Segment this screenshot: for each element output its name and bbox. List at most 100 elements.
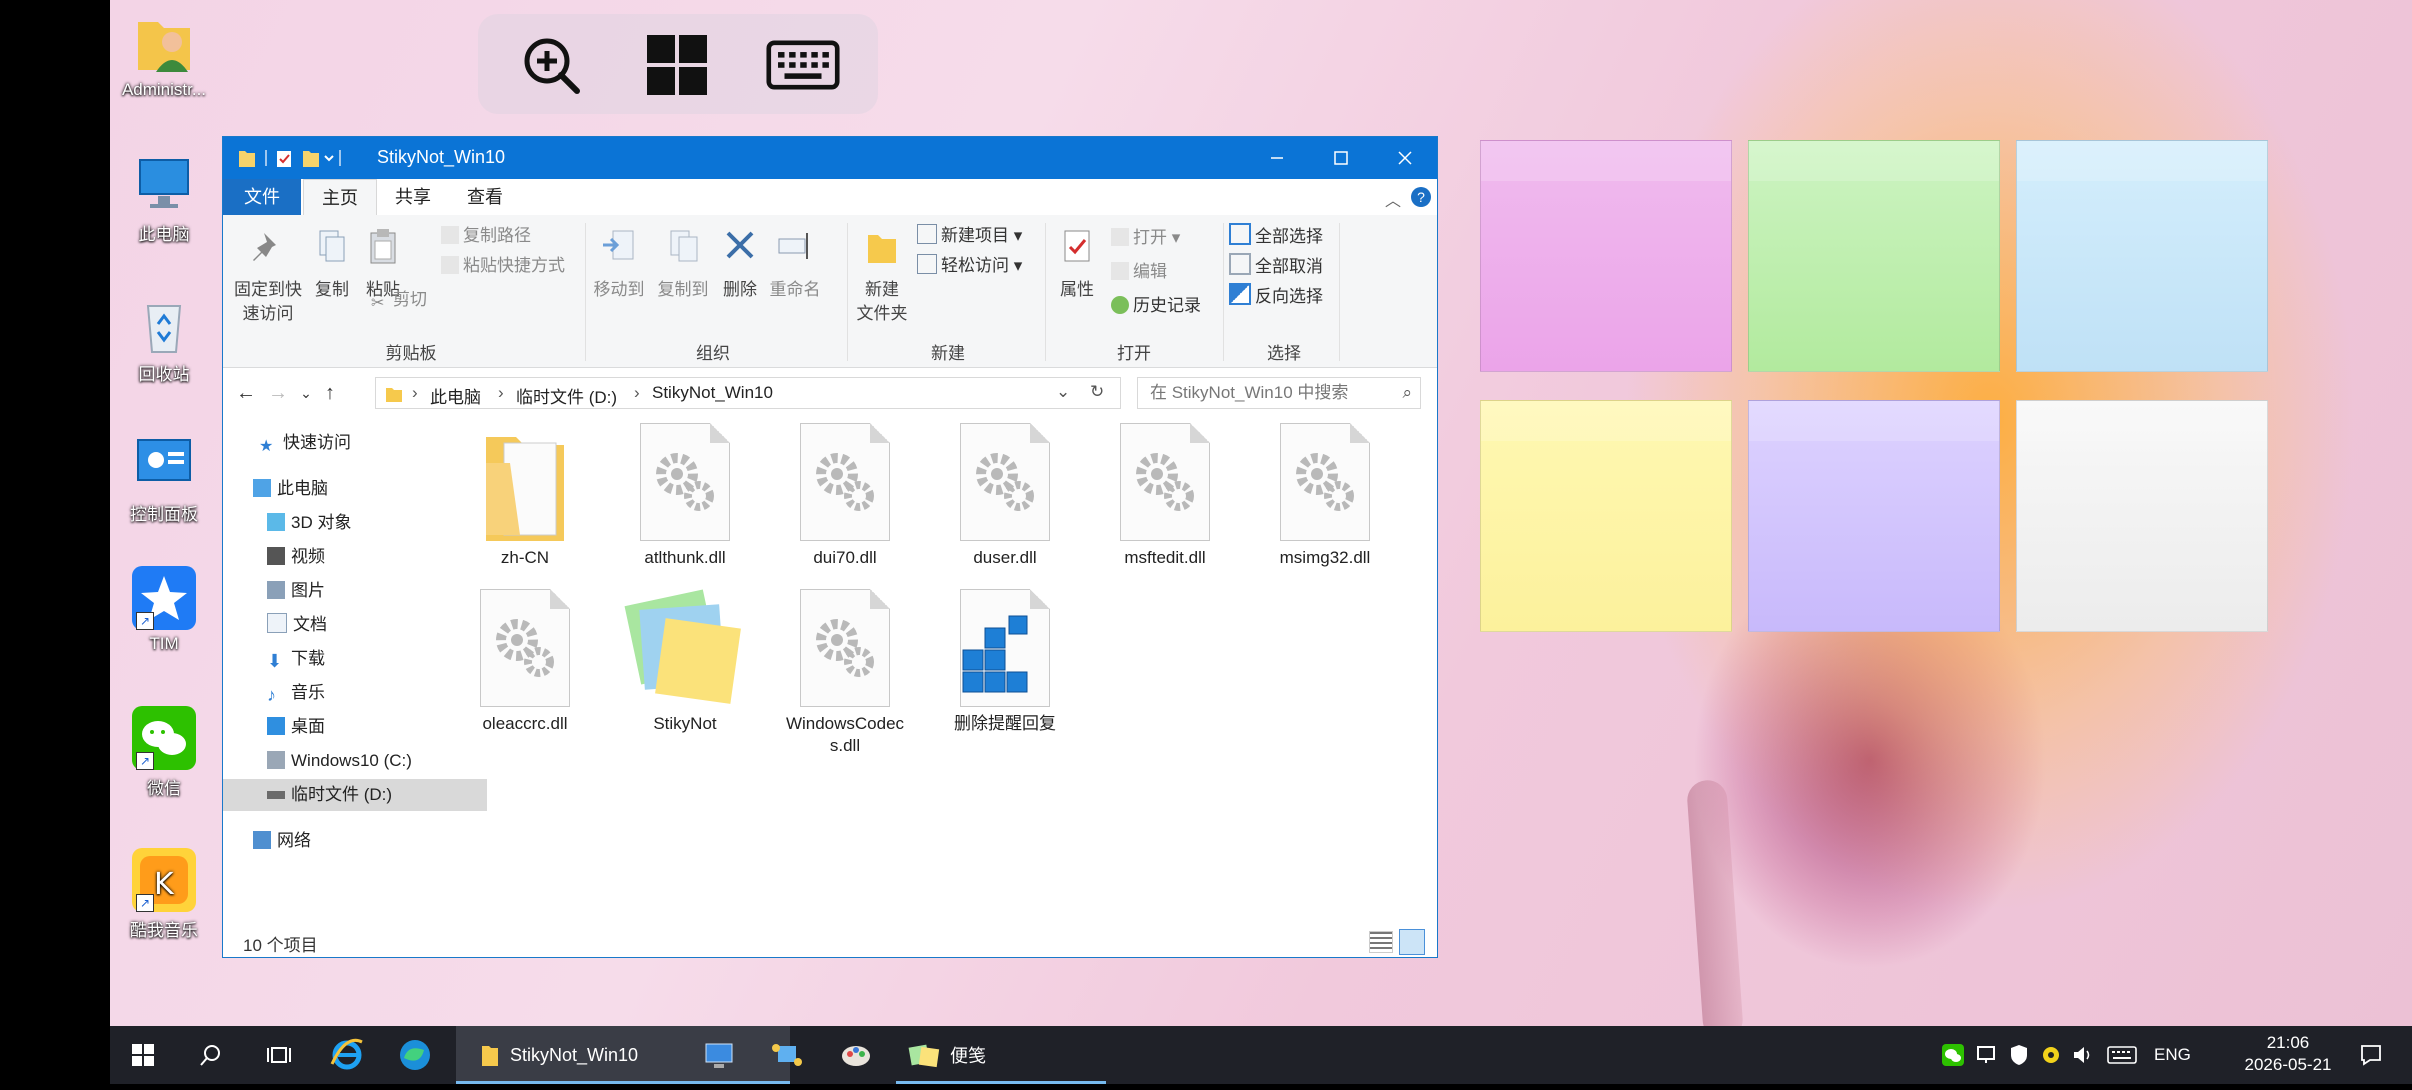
refresh-icon[interactable]: ↻ — [1090, 382, 1104, 402]
tree-item-network[interactable]: 网络 — [223, 825, 473, 857]
details-view-icon[interactable] — [1369, 931, 1393, 953]
file-item[interactable]: atlthunk.dll — [605, 423, 765, 569]
new-item-button[interactable]: 新建项目 ▾ — [917, 223, 1022, 249]
recent-locations-button[interactable]: ⌄ — [293, 379, 319, 407]
language-indicator[interactable]: ENG — [2154, 1026, 2191, 1084]
pin-to-quick-access-button[interactable]: 固定到快 速访问 — [231, 227, 305, 326]
group-label-clipboard: 剪贴板 — [385, 344, 437, 363]
desktop-icon-tim[interactable]: ↗ TIM — [112, 566, 216, 654]
easy-access-button[interactable]: 轻松访问 ▾ — [917, 253, 1022, 279]
properties-button[interactable]: 属性 — [1049, 227, 1105, 302]
task-view-icon[interactable] — [254, 1032, 304, 1078]
quick-access-toolbar-icon[interactable] — [237, 147, 347, 169]
security-tray-icon[interactable] — [2004, 1032, 2034, 1078]
keyboard-tray-icon[interactable] — [2104, 1032, 2140, 1078]
letterbox-left — [0, 0, 110, 1084]
desktop-icon-administrator[interactable]: Administr... — [112, 12, 216, 100]
copy-to-button[interactable]: 复制到 — [653, 227, 713, 302]
clock[interactable]: 21:06 2026-05-21 — [2228, 1026, 2348, 1090]
move-to-button[interactable]: 移动到 — [589, 227, 649, 302]
notification-app-tray-icon[interactable] — [2036, 1032, 2066, 1078]
file-item[interactable]: WindowsCodecs.dll — [765, 589, 925, 757]
clock-time: 21:06 — [2266, 1033, 2310, 1052]
file-item[interactable]: oleaccrc.dll — [445, 589, 605, 735]
sticky-notes-icon — [908, 1044, 940, 1068]
history-button[interactable]: 历史记录 — [1111, 293, 1201, 319]
address-bar[interactable]: › 此电脑 › 临时文件 (D:) › StikyNot_Win10 ⌄ ↻ — [375, 377, 1121, 409]
maximize-button[interactable] — [1309, 137, 1373, 179]
delete-button[interactable]: 删除 — [717, 227, 763, 302]
file-item[interactable]: msimg32.dll — [1245, 423, 1405, 569]
open-button[interactable]: 打开 ▾ — [1111, 225, 1180, 251]
desktop-icon-kuwo-music[interactable]: K ↗ 酷我音乐 — [112, 848, 216, 941]
tab-share[interactable]: 共享 — [379, 179, 447, 215]
breadcrumb-drive-d[interactable]: 临时文件 (D:) — [516, 383, 617, 408]
tab-file[interactable]: 文件 — [223, 179, 301, 215]
sticky-note[interactable] — [2016, 140, 2268, 372]
network-tray-icon[interactable] — [1972, 1032, 2002, 1078]
keyboard-icon[interactable] — [766, 28, 840, 102]
copy-path-button[interactable]: 复制路径 — [441, 223, 531, 249]
sticky-note[interactable] — [2016, 400, 2268, 632]
copy-button[interactable]: 复制 — [309, 227, 355, 302]
invert-selection-button[interactable]: 反向选择 — [1229, 283, 1323, 309]
volume-icon[interactable] — [2068, 1032, 2098, 1078]
up-button[interactable]: ↑ — [317, 379, 343, 407]
tree-item-this-pc[interactable]: 此电脑 — [223, 473, 473, 505]
gear-icon — [656, 453, 714, 511]
paint-app-icon[interactable] — [832, 1032, 882, 1078]
file-item[interactable]: 删除提醒回复 — [925, 589, 1085, 735]
collapse-ribbon-icon[interactable]: ︿ — [1385, 187, 1401, 211]
file-item[interactable]: msftedit.dll — [1085, 423, 1245, 569]
select-all-button[interactable]: 全部选择 — [1229, 223, 1323, 249]
sticky-note[interactable] — [1480, 140, 1732, 372]
breadcrumb-current-folder[interactable]: StikyNot_Win10 — [652, 383, 773, 403]
drive-c-icon — [267, 751, 285, 769]
group-label-open: 打开 — [1117, 344, 1151, 363]
large-icons-view-icon[interactable] — [1399, 929, 1425, 955]
group-label-select: 选择 — [1267, 344, 1301, 363]
paste-shortcut-button[interactable]: 粘贴快捷方式 — [441, 253, 565, 279]
internet-explorer-icon[interactable] — [322, 1032, 372, 1078]
back-button[interactable]: ← — [233, 379, 259, 407]
sticky-note[interactable] — [1748, 140, 2000, 372]
desktop-icon-wechat[interactable]: ↗ 微信 — [112, 706, 216, 799]
file-item[interactable]: dui70.dll — [765, 423, 925, 569]
rename-button[interactable]: 重命名 — [765, 227, 825, 302]
tree-item-quick-access[interactable]: ★ 快速访问 — [223, 427, 479, 459]
file-item[interactable]: duser.dll — [925, 423, 1085, 569]
start-button[interactable] — [118, 1032, 168, 1078]
edit-button[interactable]: 编辑 — [1111, 259, 1167, 285]
desktop-icon-this-pc[interactable]: 此电脑 — [112, 152, 216, 245]
help-icon[interactable]: ? — [1411, 187, 1431, 207]
notification-center-icon[interactable] — [2346, 1032, 2396, 1078]
close-button[interactable] — [1373, 137, 1437, 179]
zoom-in-icon[interactable] — [514, 28, 588, 102]
tab-home[interactable]: 主页 — [303, 179, 377, 217]
sticky-note[interactable] — [1480, 400, 1732, 632]
tab-view[interactable]: 查看 — [451, 179, 519, 215]
cut-button[interactable]: ✂ 剪切 — [371, 287, 427, 313]
taskbar-app-sticky-notes[interactable]: 便笺 — [896, 1026, 1106, 1084]
select-none-button[interactable]: 全部取消 — [1229, 253, 1323, 279]
title-bar[interactable]: StikyNot_Win10 — [223, 137, 1437, 179]
window-title: StikyNot_Win10 — [377, 147, 506, 167]
file-item[interactable]: zh-CN — [445, 423, 605, 569]
file-item[interactable]: StikyNot — [605, 589, 765, 735]
wechat-tray-icon[interactable] — [1938, 1032, 1968, 1078]
search-icon[interactable] — [186, 1032, 236, 1078]
breadcrumb-this-pc[interactable]: 此电脑 — [430, 383, 481, 408]
desktop-icon-control-panel[interactable]: 控制面板 — [112, 432, 216, 525]
new-folder-button[interactable]: 新建 文件夹 — [851, 227, 913, 326]
network-tool-icon[interactable] — [762, 1032, 812, 1078]
sticky-note[interactable] — [1748, 400, 2000, 632]
windows-logo-icon[interactable] — [640, 28, 714, 102]
open-icon — [1111, 228, 1129, 246]
minimize-button[interactable] — [1245, 137, 1309, 179]
remote-desktop-icon[interactable] — [694, 1032, 744, 1078]
forward-button[interactable]: → — [265, 379, 291, 407]
address-dropdown-icon[interactable]: ⌄ — [1056, 382, 1070, 402]
search-input[interactable]: 在 StikyNot_Win10 中搜索 ⌕ — [1137, 377, 1421, 409]
edge-browser-icon[interactable] — [390, 1032, 440, 1078]
desktop-icon-recycle-bin[interactable]: 回收站 — [112, 292, 216, 385]
